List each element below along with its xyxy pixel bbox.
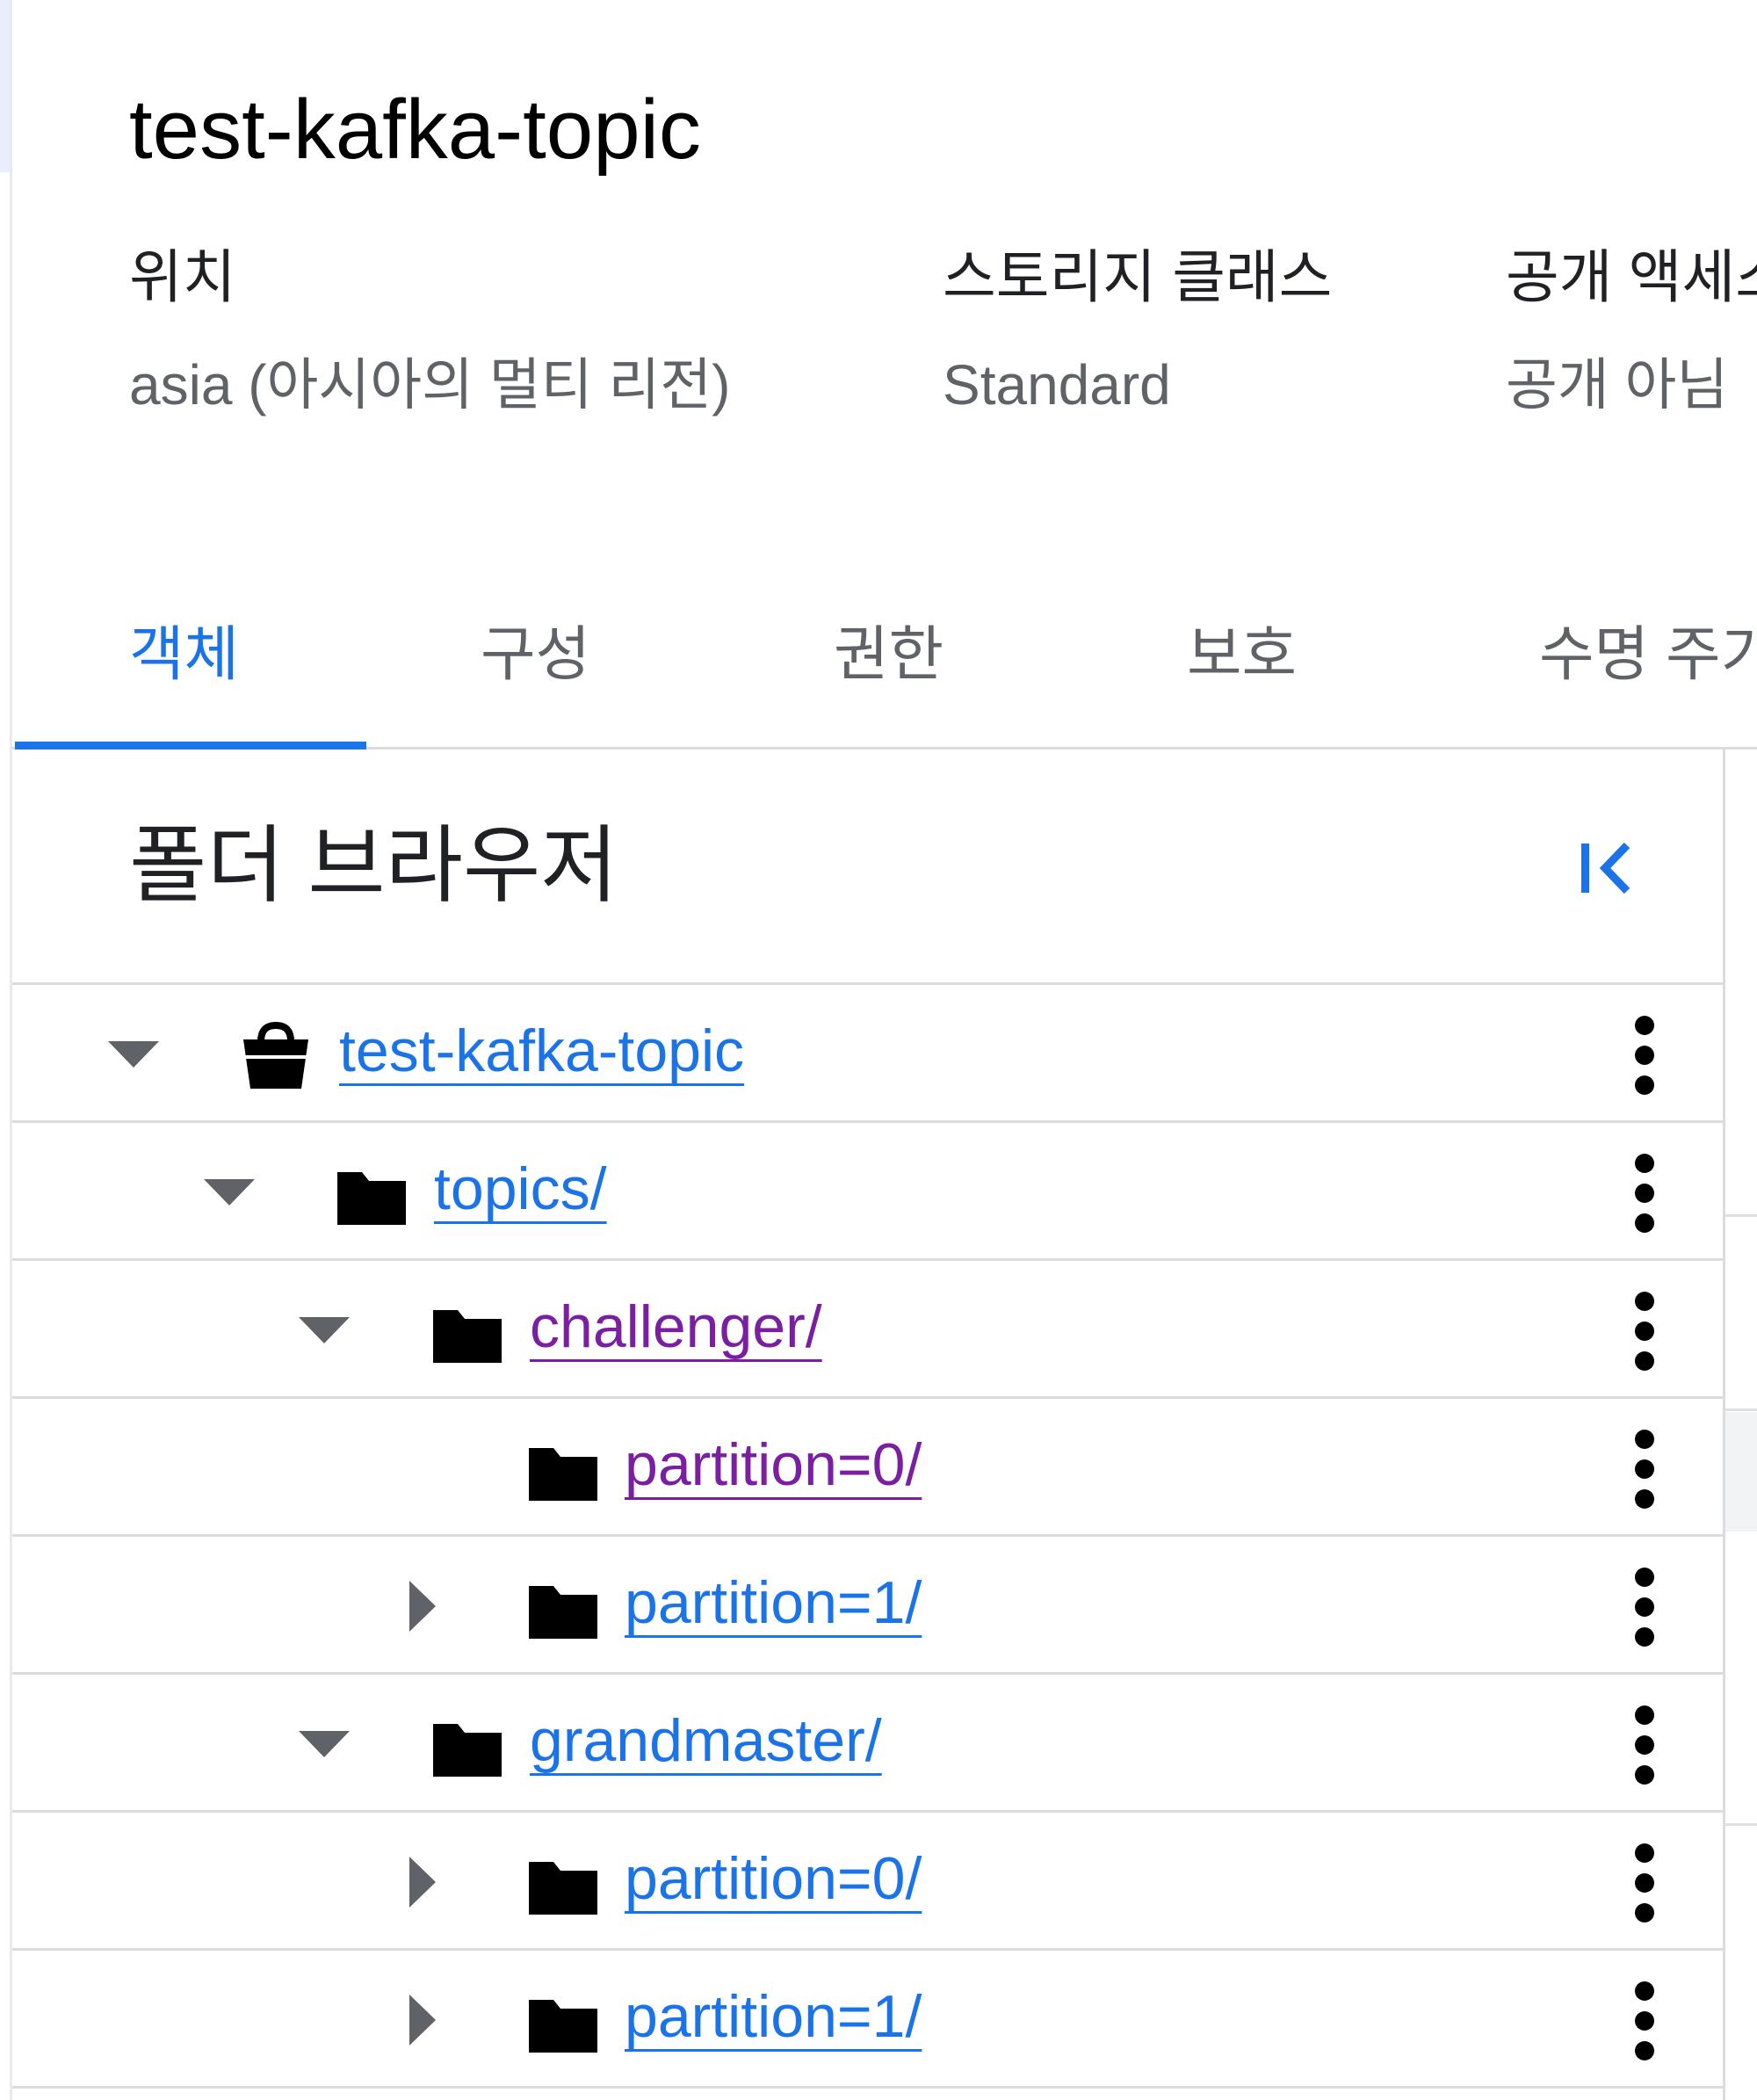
- row-menu-button[interactable]: [1627, 1979, 1662, 2063]
- meta-public-access: 공개 액세스 공개 아님: [1506, 237, 1757, 420]
- folder-browser-panel: 폴더 브라우저 test-kafka-topic topics/ challen…: [12, 749, 1725, 2100]
- tree-node-link[interactable]: partition=1/: [625, 1977, 922, 2056]
- meta-location-label: 위치: [129, 244, 236, 309]
- meta-storage-class-value: Standard: [943, 353, 1171, 416]
- tree-node-link[interactable]: grandmaster/: [530, 1701, 882, 1780]
- caret-down-icon: [299, 1317, 350, 1343]
- expand-toggle[interactable]: [293, 1300, 355, 1361]
- caret-right-icon: [409, 1995, 436, 2046]
- active-tab-indicator: [15, 742, 366, 749]
- row-menu-button[interactable]: [1627, 1565, 1662, 1649]
- caret-down-icon: [299, 1731, 350, 1757]
- folder-icon: [336, 1160, 408, 1228]
- more-vert-icon: [1635, 1705, 1654, 1785]
- tree-row-folder[interactable]: partition=1/: [12, 1537, 1723, 1675]
- row-menu-button[interactable]: [1627, 1841, 1662, 1925]
- meta-location: 위치 asia (아시아의 멀티 리전): [129, 237, 730, 420]
- row-menu-button[interactable]: [1627, 1013, 1662, 1097]
- tab-protection[interactable]: 보호: [1187, 611, 1297, 699]
- more-vert-icon: [1635, 1430, 1654, 1509]
- more-vert-icon: [1635, 1568, 1654, 1647]
- tab-permissions[interactable]: 권한: [834, 611, 944, 699]
- collapse-panel-button[interactable]: [1558, 824, 1646, 912]
- bucket-details-page: test-kafka-topic 위치 asia (아시아의 멀티 리전) 스토…: [0, 0, 1757, 2100]
- bucket-icon: [240, 1021, 312, 1090]
- tree-node-link[interactable]: partition=0/: [625, 1425, 922, 1504]
- expand-toggle[interactable]: [103, 1024, 164, 1085]
- tree-row-folder[interactable]: partition=0/: [12, 1399, 1723, 1537]
- caret-down-icon: [108, 1041, 159, 1068]
- folder-icon: [431, 1298, 503, 1366]
- tab-lifecycle[interactable]: 수명 주기: [1539, 611, 1757, 699]
- expand-toggle[interactable]: [390, 1575, 452, 1637]
- folder-browser-header: 폴더 브라우저: [12, 749, 1723, 985]
- tab-configuration[interactable]: 구성: [481, 611, 590, 699]
- row-menu-button[interactable]: [1627, 1703, 1662, 1787]
- divider: [1725, 1214, 1757, 1217]
- tree-row-folder[interactable]: grandmaster/: [12, 1675, 1723, 1813]
- caret-right-icon: [409, 1857, 436, 1908]
- more-vert-icon: [1635, 1981, 1654, 2060]
- tree-row-folder[interactable]: partition=0/: [12, 1813, 1723, 1951]
- expand-toggle[interactable]: [390, 1989, 452, 2051]
- more-vert-icon: [1635, 1843, 1654, 1923]
- more-vert-icon: [1635, 1016, 1654, 1095]
- left-nav-rail: [0, 0, 12, 2100]
- meta-location-value: asia (아시아의 멀티 리전): [129, 353, 731, 416]
- tree-node-link[interactable]: topics/: [434, 1149, 607, 1228]
- divider: [1725, 1408, 1757, 1411]
- expand-toggle[interactable]: [293, 1713, 355, 1775]
- folder-icon: [527, 1850, 599, 1918]
- folder-icon: [527, 1988, 599, 2056]
- caret-down-icon: [204, 1179, 255, 1206]
- tree-node-link[interactable]: challenger/: [530, 1287, 822, 1366]
- tree-row-bucket[interactable]: test-kafka-topic: [12, 985, 1723, 1123]
- tree-node-link[interactable]: partition=1/: [625, 1563, 922, 1642]
- tab-objects[interactable]: 객체: [129, 611, 239, 699]
- divider: [1725, 1823, 1757, 1826]
- folder-browser-title: 폴더 브라우저: [129, 819, 618, 913]
- collapse-left-icon: [1581, 842, 1630, 894]
- folder-icon: [527, 1574, 599, 1642]
- left-nav-rail-highlight: [0, 0, 10, 172]
- meta-public-access-label: 공개 액세스: [1506, 244, 1757, 309]
- expand-toggle[interactable]: [390, 1851, 452, 1913]
- object-list-panel-edge: [1725, 749, 1757, 2100]
- folder-icon: [527, 1436, 599, 1504]
- row-menu-button[interactable]: [1627, 1151, 1662, 1235]
- row-menu-button[interactable]: [1627, 1289, 1662, 1373]
- page-title: test-kafka-topic: [129, 83, 701, 177]
- more-vert-icon: [1635, 1154, 1654, 1233]
- more-vert-icon: [1635, 1292, 1654, 1371]
- caret-right-icon: [409, 1581, 436, 1632]
- tree-node-link[interactable]: test-kafka-topic: [339, 1011, 744, 1090]
- meta-storage-class-label: 스토리지 클래스: [943, 244, 1333, 309]
- expand-toggle[interactable]: [199, 1162, 260, 1223]
- selected-row-shade: [1725, 1412, 1757, 1532]
- meta-storage-class: 스토리지 클래스 Standard: [943, 237, 1332, 420]
- meta-public-access-value: 공개 아님: [1506, 353, 1729, 416]
- tree-node-link[interactable]: partition=0/: [625, 1839, 922, 1918]
- tree-row-folder[interactable]: challenger/: [12, 1261, 1723, 1399]
- tree-row-folder[interactable]: partition=1/: [12, 1951, 1723, 2089]
- row-menu-button[interactable]: [1627, 1427, 1662, 1511]
- tab-bar: 객체 구성 권한 보호 수명 주기: [12, 593, 1757, 749]
- folder-icon: [431, 1712, 503, 1780]
- tree-row-folder[interactable]: topics/: [12, 1123, 1723, 1261]
